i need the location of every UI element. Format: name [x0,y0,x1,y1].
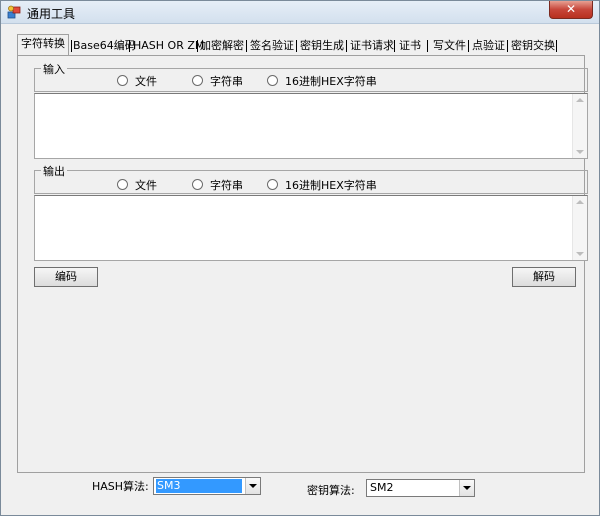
output-textarea[interactable] [34,195,588,261]
tab-separator [394,40,395,52]
hash-algorithm-select[interactable]: SM3 [153,477,261,495]
close-icon: ✕ [565,2,577,16]
tab-hash[interactable]: HASH OR ZM [133,37,204,54]
close-button[interactable]: ✕ [549,1,593,19]
tab-cert-request[interactable]: 证书请求 [350,37,394,54]
output-radio-hex[interactable]: 16进制HEX字符串 [267,177,377,193]
tab-key-exchange[interactable]: 密钥交换 [511,37,555,54]
title-bar[interactable]: 通用工具 ✕ [1,1,599,24]
tab-point-verify[interactable]: 点验证 [472,37,505,54]
input-group: 输入 文件 字符串 16进制HEX字符串 [34,61,588,92]
tab-separator [197,40,198,52]
window-title: 通用工具 [27,7,76,21]
tools-app-icon [7,5,21,19]
tab-separator [507,40,508,52]
scroll-up-icon[interactable] [576,200,584,204]
key-algorithm-label: 密钥算法: [307,484,355,497]
tab-separator [346,40,347,52]
radio-circle-icon [192,179,203,190]
radio-circle-icon [192,75,203,86]
output-group: 输出 文件 字符串 16进制HEX字符串 [34,163,588,194]
output-radio-string[interactable]: 字符串 [192,177,243,193]
output-options: 文件 字符串 16进制HEX字符串 [35,177,587,193]
tab-sign-verify[interactable]: 签名验证 [250,37,294,54]
tab-panel: 输入 文件 字符串 16进制HEX字符串 输出 文件 字符串 16进制HEX字符… [17,55,588,473]
output-scrollbar[interactable] [572,196,587,260]
tab-separator [468,40,469,52]
tab-separator [296,40,297,52]
scroll-down-icon[interactable] [576,252,584,256]
scroll-down-icon[interactable] [576,150,584,154]
tab-key-generate[interactable]: 密钥生成 [300,37,344,54]
radio-circle-icon [267,179,278,190]
hash-algorithm-label: HASH算法: [92,480,149,493]
chevron-down-icon[interactable] [459,480,474,496]
key-algorithm-select[interactable]: SM2 [366,479,475,497]
input-textarea[interactable] [34,93,588,159]
encode-button[interactable]: 编码 [34,267,98,287]
input-radio-file[interactable]: 文件 [117,73,157,89]
tab-separator [556,40,557,52]
tab-cert[interactable]: 证书 [399,37,421,54]
radio-circle-icon [267,75,278,86]
tab-separator [129,40,130,52]
input-options: 文件 字符串 16进制HEX字符串 [35,73,587,89]
tab-encrypt-decrypt[interactable]: 加密解密 [200,37,244,54]
key-algorithm-value: SM2 [370,481,394,494]
tab-separator [427,40,428,52]
app-window: 通用工具 ✕ 字符转换 Base64编码 HASH OR ZM 加密解密 签名验… [0,0,600,516]
radio-circle-icon [117,179,128,190]
input-radio-hex[interactable]: 16进制HEX字符串 [267,73,377,89]
scroll-up-icon[interactable] [576,98,584,102]
output-radio-file[interactable]: 文件 [117,177,157,193]
radio-circle-icon [117,75,128,86]
tab-base64[interactable]: Base64编码 [73,37,136,54]
chevron-down-icon[interactable] [245,478,260,494]
input-radio-string[interactable]: 字符串 [192,73,243,89]
tab-write-file[interactable]: 写文件 [433,37,466,54]
decode-button[interactable]: 解码 [512,267,576,287]
input-scrollbar[interactable] [572,94,587,158]
tab-char-convert[interactable]: 字符转换 [17,34,69,55]
hash-algorithm-value: SM3 [156,479,242,493]
tab-separator [246,40,247,52]
tab-separator [71,40,72,52]
